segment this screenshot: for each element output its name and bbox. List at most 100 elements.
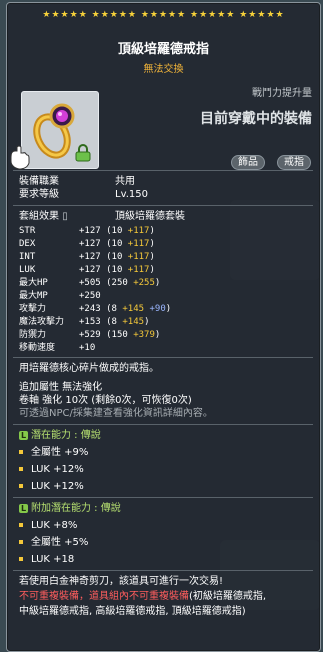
stat-total: +529 bbox=[79, 330, 101, 340]
npc-hint-line: 可透過NPC/採集建查看強化資訊詳細內容。 bbox=[19, 408, 213, 419]
stat-name: 防禦力 bbox=[19, 330, 47, 340]
stat-name: INT bbox=[19, 252, 36, 262]
divider bbox=[13, 170, 313, 171]
stat-base: (250 bbox=[106, 278, 134, 288]
hand-cursor-icon bbox=[10, 145, 30, 170]
stat-bonus: +379 bbox=[133, 330, 155, 340]
divider bbox=[13, 424, 313, 425]
legendary-icon: L bbox=[19, 504, 28, 513]
stat-bonus: +117 bbox=[127, 226, 150, 236]
stat-total: +127 bbox=[79, 252, 101, 262]
divider bbox=[13, 205, 313, 206]
stat-total: +250 bbox=[79, 291, 101, 301]
unique-equip-warning: 不可重複裝備，道具組內不可重複裝備 bbox=[19, 591, 189, 602]
potential-header: L 潛在能力 : 傳說 bbox=[19, 429, 101, 442]
divider bbox=[13, 357, 313, 358]
stat-row: 魔法攻擊力 +153 (8 +145) bbox=[19, 316, 149, 329]
stat-close: ) bbox=[149, 265, 155, 275]
bullet-icon bbox=[19, 450, 23, 454]
bullet-icon bbox=[19, 484, 23, 488]
stat-close: ) bbox=[165, 304, 172, 314]
stat-name: 魔法攻擊力 bbox=[19, 317, 65, 327]
item-name: 頂級培羅德戒指 bbox=[117, 42, 209, 57]
stat-total: +505 bbox=[79, 278, 101, 288]
stat-close: ) bbox=[154, 330, 161, 340]
stat-base: (10 bbox=[106, 226, 128, 236]
unique-equip-group-cont: 中級培羅德戒指, 高級培羅德戒指, 頂級培羅德戒指) bbox=[19, 606, 246, 617]
stat-name: 移動速度 bbox=[19, 343, 56, 353]
set-row: 套組效果 ▯ 頂級培羅德套裝 bbox=[19, 210, 185, 223]
bullet-icon bbox=[19, 523, 23, 527]
potential-line: LUK +12% bbox=[19, 480, 84, 493]
set-value: 頂級培羅德套裝 bbox=[115, 211, 185, 222]
job-value: 共用 bbox=[115, 176, 135, 187]
stat-total: +127 bbox=[79, 239, 101, 249]
stat-total: +127 bbox=[79, 265, 101, 275]
bullet-icon bbox=[19, 557, 23, 561]
scroll-upgrade-line: 卷軸 強化 10次 (剩餘0次，可恢復0次) bbox=[19, 395, 192, 406]
stat-base: (150 bbox=[106, 330, 134, 340]
stat-row: 防禦力 +529 (150 +379) bbox=[19, 329, 160, 342]
level-label: 要求等級 bbox=[19, 189, 59, 200]
stat-bonus: +117 bbox=[127, 239, 150, 249]
stat-name: 最大MP bbox=[19, 291, 48, 301]
divider bbox=[13, 570, 313, 571]
extra-upgrade-line: 追加屬性 無法強化 bbox=[19, 382, 103, 393]
tag-accessory: 飾品 bbox=[231, 155, 265, 170]
stat-total: +153 bbox=[79, 317, 101, 327]
stat-base: (10 bbox=[106, 239, 128, 249]
stat-base: (10 bbox=[106, 265, 128, 275]
stat-name: STR bbox=[19, 226, 36, 236]
stat-close: ) bbox=[144, 317, 150, 327]
stat-row: LUK +127 (10 +117) bbox=[19, 264, 155, 277]
stat-row: STR +127 (10 +117) bbox=[19, 225, 155, 238]
stat-row: INT +127 (10 +117) bbox=[19, 251, 155, 264]
stat-base: (8 bbox=[106, 317, 123, 327]
stat-base: (10 bbox=[106, 252, 128, 262]
stat-total: +10 bbox=[79, 343, 96, 353]
stat-bonus: +117 bbox=[127, 252, 150, 262]
set-label: 套組效果 bbox=[19, 211, 59, 222]
power-increase-label: 戰鬥力提升量 bbox=[252, 88, 312, 99]
stat-bonus: +145 bbox=[122, 304, 145, 314]
stat-row: DEX +127 (10 +117) bbox=[19, 238, 155, 251]
item-tooltip: ★★★★★ ★★★★★ ★★★★★ ★★★★★ ★★★★★ 頂級培羅德戒指 無法… bbox=[6, 2, 321, 652]
star-force-stars: ★★★★★ ★★★★★ ★★★★★ ★★★★★ ★★★★★ bbox=[42, 10, 285, 20]
stat-close: ) bbox=[149, 252, 155, 262]
stat-name: 最大HP bbox=[19, 278, 48, 288]
stat-total: +243 bbox=[79, 304, 101, 314]
unique-equip-group: (初級培羅德戒指, bbox=[189, 591, 267, 602]
stat-close: ) bbox=[149, 239, 155, 249]
divider bbox=[13, 497, 313, 498]
stat-row: 最大MP +250 bbox=[19, 290, 101, 303]
stat-name: LUK bbox=[19, 265, 36, 275]
tag-ring: 戒指 bbox=[277, 155, 311, 170]
stat-row: 最大HP +505 (250 +255) bbox=[19, 277, 160, 290]
stat-name: 攻擊力 bbox=[19, 304, 47, 314]
platinum-scissors-note: 若使用白金神奇剪刀，該道具可進行一次交易! bbox=[19, 576, 224, 587]
stat-bonus: +117 bbox=[127, 265, 150, 275]
potential-line: LUK +12% bbox=[19, 463, 84, 476]
bonus-potential-line: LUK +18 bbox=[19, 553, 74, 566]
stat-base: (8 bbox=[106, 304, 123, 314]
bullet-icon bbox=[19, 540, 23, 544]
stat-close: ) bbox=[154, 278, 161, 288]
bonus-potential-title: 附加潛在能力 : 傳說 bbox=[31, 503, 121, 514]
stat-close: ) bbox=[149, 226, 155, 236]
bonus-potential-line: LUK +8% bbox=[19, 519, 77, 532]
unique-equip-note: 不可重複裝備，道具組內不可重複裝備(初級培羅德戒指, bbox=[19, 590, 266, 603]
job-row: 裝備職業 共用 bbox=[19, 175, 135, 188]
stat-row: 移動速度 +10 bbox=[19, 342, 95, 355]
potential-title: 潛在能力 : 傳說 bbox=[31, 430, 101, 441]
trade-status: 無法交換 bbox=[143, 64, 184, 75]
stat-bonus: +145 bbox=[122, 317, 145, 327]
currently-equipped-label: 目前穿戴中的裝備 bbox=[200, 111, 312, 127]
bonus-potential-header: L 附加潛在能力 : 傳說 bbox=[19, 502, 121, 515]
stat-total: +127 bbox=[79, 226, 101, 236]
legendary-icon: L bbox=[19, 431, 28, 440]
set-info-icon: ▯ bbox=[62, 211, 68, 222]
stat-bonus: +255 bbox=[133, 278, 155, 288]
stat-enhance: +90 bbox=[144, 304, 166, 314]
bonus-potential-line: 全屬性 +5% bbox=[19, 536, 88, 549]
stat-row: 攻擊力 +243 (8 +145 +90) bbox=[19, 303, 171, 316]
